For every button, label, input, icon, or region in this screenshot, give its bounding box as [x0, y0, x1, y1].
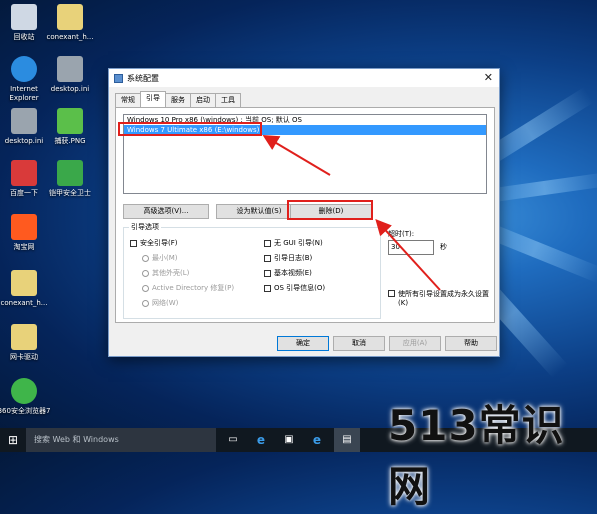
tab-services[interactable]: 服务 [165, 93, 191, 107]
highlight-box-delete [287, 200, 373, 220]
file-icon [57, 4, 83, 30]
checkbox-icon [264, 269, 271, 277]
task-view-icon[interactable]: ▭ [220, 428, 246, 452]
msconfig-taskbar-icon[interactable]: ▤ [334, 428, 360, 452]
no-gui-boot-label: 无 GUI 引导(N) [274, 239, 323, 247]
watermark: 513常识网 [388, 401, 565, 511]
ie-icon [11, 56, 37, 82]
boot-options-group: 引导选项 安全引导(F) 最小(M) 其他外壳(L) Active Direct… [123, 222, 381, 319]
checkbox-icon [264, 284, 271, 292]
search-box[interactable]: 搜索 Web 和 Windows [26, 428, 216, 452]
base-video-checkbox[interactable]: 基本视频(E) [264, 268, 312, 278]
boot-log-checkbox[interactable]: 引导日志(B) [264, 253, 312, 263]
safe-boot-label: 安全引导(F) [140, 239, 178, 247]
desktop-icon-desktop-ini[interactable]: desktop.ini [42, 56, 98, 94]
icon-label: conexant_h... [0, 299, 48, 307]
radio-icon [142, 269, 149, 277]
store-icon[interactable]: ▣ [276, 428, 302, 452]
tab-tools[interactable]: 工具 [215, 93, 241, 107]
desktop-icon-conexant-2[interactable]: conexant_h... [0, 270, 52, 308]
checkbox-icon [264, 239, 271, 247]
advanced-options-button[interactable]: 高级选项(V)... [123, 204, 209, 219]
ie-icon[interactable]: e [304, 428, 330, 452]
ok-button[interactable]: 确定 [277, 336, 329, 351]
radio-icon [142, 299, 149, 307]
os-boot-info-label: OS 引导信息(O) [274, 284, 326, 292]
radio-icon [142, 284, 149, 292]
minimal-radio[interactable]: 最小(M) [142, 253, 178, 263]
base-video-label: 基本视频(E) [274, 269, 312, 277]
dialog-titlebar[interactable]: 系统配置 ✕ [109, 69, 499, 87]
timeout-input[interactable]: 30 [388, 240, 434, 255]
file-icon [11, 270, 37, 296]
desktop-icon-security-guard[interactable]: 铠甲安全卫士 [42, 160, 98, 198]
icon-label: 铠甲安全卫士 [49, 189, 91, 197]
shield-icon [57, 160, 83, 186]
highlight-box-windows-7 [118, 122, 262, 136]
no-gui-boot-checkbox[interactable]: 无 GUI 引导(N) [264, 238, 323, 248]
icon-label: 淘宝网 [13, 243, 35, 251]
desktop-icon-conexant[interactable]: conexant_h... [42, 4, 98, 42]
icon-label: conexant_h... [46, 33, 94, 41]
desktop-icon-capture-png[interactable]: 捕获.PNG [42, 108, 98, 146]
cancel-button[interactable]: 取消 [333, 336, 385, 351]
dialog-title: 系统配置 [127, 73, 159, 83]
make-permanent-checkbox[interactable]: 使所有引导设置成为永久设置(K) [388, 289, 496, 307]
settings-file-icon [57, 56, 83, 82]
timeout-unit: 秒 [440, 243, 447, 251]
icon-label: 360安全浏览器7 [0, 407, 51, 415]
file-icon [11, 324, 37, 350]
checkbox-icon [264, 254, 271, 262]
edge-icon[interactable]: e [248, 428, 274, 452]
os-boot-info-checkbox[interactable]: OS 引导信息(O) [264, 283, 325, 293]
radio-icon [142, 254, 149, 262]
desktop-icon-nic-driver[interactable]: 网卡驱动 [0, 324, 52, 362]
checkbox-icon [388, 290, 395, 297]
make-permanent-label: 使所有引导设置成为永久设置(K) [398, 290, 489, 307]
msconfig-icon [114, 73, 123, 83]
tab-general[interactable]: 常规 [115, 93, 141, 107]
start-icon[interactable]: ⊞ [0, 428, 26, 452]
settings-file-icon [11, 108, 37, 134]
close-icon[interactable]: ✕ [484, 71, 493, 84]
desktop-icon-taobao[interactable]: 淘宝网 [0, 214, 52, 252]
recycle-bin-icon [11, 4, 37, 30]
boot-options-title: 引导选项 [129, 222, 161, 232]
active-directory-radio[interactable]: Active Directory 修复(P) [142, 283, 234, 293]
tab-startup[interactable]: 启动 [190, 93, 216, 107]
browser-360-icon [11, 378, 37, 404]
checkbox-icon [130, 239, 137, 247]
taobao-icon [11, 214, 37, 240]
icon-label: desktop.ini [50, 85, 90, 93]
network-radio[interactable]: 网络(W) [142, 298, 178, 308]
image-file-icon [57, 108, 83, 134]
help-button[interactable]: 帮助 [445, 336, 497, 351]
alternate-shell-radio[interactable]: 其他外壳(L) [142, 268, 189, 278]
timeout-label: 超时(T): [388, 230, 415, 238]
icon-label: 网卡驱动 [10, 353, 38, 361]
apply-button[interactable]: 应用(A) [389, 336, 441, 351]
tab-strip: 常规 引导 服务 启动 工具 [115, 91, 241, 107]
safe-boot-checkbox[interactable]: 安全引导(F) [130, 238, 178, 248]
icon-label: 捕获.PNG [54, 137, 86, 145]
boot-log-label: 引导日志(B) [274, 254, 313, 262]
active-directory-label: Active Directory 修复(P) [152, 284, 235, 292]
tab-boot[interactable]: 引导 [140, 91, 166, 107]
minimal-label: 最小(M) [152, 254, 178, 262]
network-label: 网络(W) [152, 299, 179, 307]
alternate-shell-label: 其他外壳(L) [152, 269, 190, 277]
baidu-icon [11, 160, 37, 186]
desktop-icon-360-browser[interactable]: 360安全浏览器7 [0, 378, 52, 416]
